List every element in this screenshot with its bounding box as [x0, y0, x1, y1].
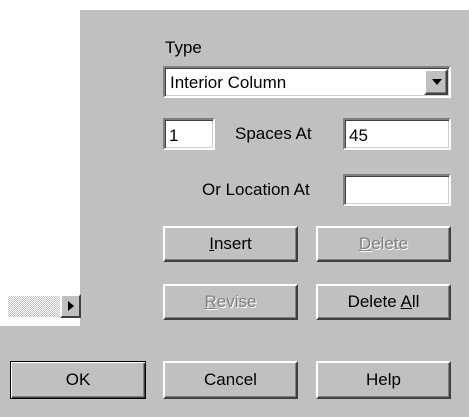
scrollbar-track[interactable] — [8, 296, 64, 317]
type-select[interactable]: Interior Column — [163, 66, 451, 98]
cancel-button[interactable]: Cancel — [163, 361, 298, 399]
dropdown-button[interactable] — [424, 69, 448, 95]
chevron-down-icon — [432, 79, 442, 85]
ok-button[interactable]: OK — [10, 361, 146, 399]
location-field[interactable] — [343, 174, 451, 206]
type-label: Type — [165, 38, 202, 57]
delete-all-button[interactable]: Delete All — [316, 284, 451, 320]
dialog-panel — [80, 10, 469, 326]
help-button[interactable]: Help — [316, 361, 451, 399]
revise-button[interactable]: Revise — [163, 284, 298, 320]
location-label: Or Location At — [202, 180, 310, 199]
delete-button[interactable]: Delete — [316, 226, 451, 262]
type-select-value: Interior Column — [170, 73, 287, 92]
insert-button[interactable]: Insert — [163, 226, 298, 262]
scroll-right-button[interactable] — [60, 294, 81, 318]
count-field[interactable] — [163, 118, 215, 150]
spaces-at-label: Spaces At — [235, 124, 312, 143]
arrow-right-icon — [68, 301, 74, 311]
spaces-field[interactable] — [343, 118, 451, 150]
